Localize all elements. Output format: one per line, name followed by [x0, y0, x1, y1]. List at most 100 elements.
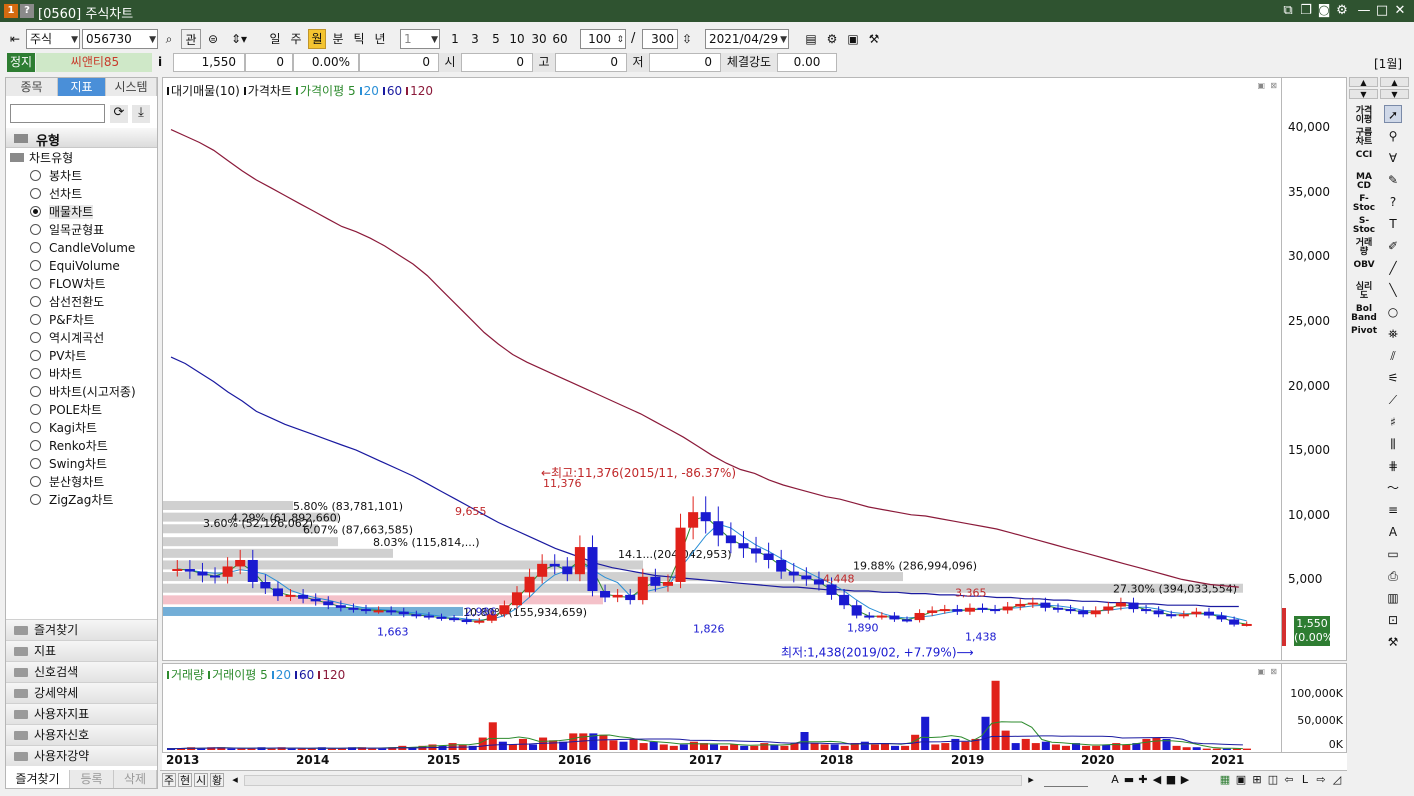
unit-3[interactable]: 3	[466, 29, 484, 49]
manage-button[interactable]: 관	[181, 29, 201, 49]
chart-type-group[interactable]: 차트유형	[10, 149, 73, 167]
ray-icon[interactable]: ╲	[1384, 281, 1402, 299]
arrow-cursor-icon[interactable]: ➚	[1384, 105, 1402, 123]
radio-icon[interactable]	[30, 206, 41, 217]
refresh-stock-icon[interactable]: ⊜	[204, 29, 222, 49]
total-stepper-icon[interactable]: ⇳	[678, 29, 696, 49]
line-icon[interactable]: ╱	[1384, 259, 1402, 277]
radio-icon[interactable]	[30, 314, 41, 325]
wave-icon[interactable]: 〜	[1384, 479, 1402, 497]
indicator-shortcut[interactable]: 구름 차트	[1351, 129, 1377, 147]
radio-icon[interactable]	[30, 242, 41, 253]
chart-type-item[interactable]: 선차트	[30, 185, 82, 203]
tools-scroll-down-icon[interactable]: ▼	[1380, 89, 1409, 99]
radio-icon[interactable]	[30, 260, 41, 271]
radio-icon[interactable]	[30, 224, 41, 235]
total-input[interactable]: 300	[642, 29, 678, 49]
pen-icon[interactable]: ✐	[1384, 237, 1402, 255]
unit-1[interactable]: 1	[446, 29, 464, 49]
layout-icon[interactable]: ⊞	[1250, 773, 1264, 787]
radio-icon[interactable]	[30, 296, 41, 307]
unit-60[interactable]: 60	[550, 29, 570, 49]
close-icon[interactable]: ✕	[1392, 3, 1408, 19]
period-tick[interactable]: 틱	[350, 29, 368, 49]
indicator-shortcut[interactable]: Pivot	[1351, 327, 1377, 336]
channel-icon[interactable]: ⫽	[1384, 347, 1402, 365]
radio-icon[interactable]	[30, 188, 41, 199]
fan-icon[interactable]: ⟋	[1384, 391, 1402, 409]
delete-button[interactable]: 삭제	[114, 770, 157, 788]
radio-icon[interactable]	[30, 422, 41, 433]
save-icon[interactable]: ▣	[844, 29, 862, 49]
period-year[interactable]: 년	[371, 29, 389, 49]
chart-type-item[interactable]: 바차트(시고저종)	[30, 383, 136, 401]
save-small-icon[interactable]: ▣	[1234, 773, 1248, 787]
auto-icon[interactable]: A	[1384, 523, 1402, 541]
all-icon[interactable]: ∀	[1384, 149, 1402, 167]
unit-10[interactable]: 10	[507, 29, 527, 49]
indicator-shortcut[interactable]: 심리 도	[1351, 283, 1377, 301]
window-icon[interactable]: ▭	[1384, 545, 1402, 563]
chart-tool-icon[interactable]: ◿	[1330, 773, 1344, 787]
gann-icon[interactable]: ♯	[1384, 413, 1402, 431]
tab-market[interactable]: 시	[194, 773, 208, 787]
maximize-icon[interactable]: □	[1374, 3, 1390, 19]
folder-item[interactable]: 사용자신호	[6, 724, 157, 745]
chart-type-item[interactable]: POLE차트	[30, 401, 102, 419]
radio-icon[interactable]	[30, 458, 41, 469]
radio-icon[interactable]	[30, 440, 41, 451]
register-button[interactable]: 등록	[70, 770, 114, 788]
radio-icon[interactable]	[30, 386, 41, 397]
count-input[interactable]: 100 ⇕	[580, 29, 626, 49]
chart-type-item[interactable]: 바차트	[30, 365, 82, 383]
play-icon[interactable]: ▶	[1178, 773, 1192, 787]
text-icon[interactable]: T	[1384, 215, 1402, 233]
camera-icon[interactable]: ◙	[1316, 3, 1332, 19]
indicator-shortcut[interactable]: S- Stoc	[1351, 217, 1377, 235]
print-icon[interactable]: ⎙	[1384, 567, 1402, 585]
minimize-icon[interactable]: —	[1356, 3, 1372, 19]
tab-week[interactable]: 주	[162, 773, 176, 787]
search-icon[interactable]: ⌕	[160, 29, 178, 49]
indicator-shortcut[interactable]: CCI	[1351, 151, 1377, 160]
radio-icon[interactable]	[30, 332, 41, 343]
radio-icon[interactable]	[30, 404, 41, 415]
chart-icon[interactable]: ▥	[1384, 589, 1402, 607]
market-select[interactable]: 주식 ▼	[26, 29, 80, 49]
radio-icon[interactable]	[30, 170, 41, 181]
chart-type-item[interactable]: 매물차트	[30, 203, 94, 221]
indicator-shortcut[interactable]: Bol Band	[1351, 305, 1377, 323]
palette-scroll-up-icon[interactable]: ▲	[1349, 77, 1378, 87]
folder-item[interactable]: 강세약세	[6, 682, 157, 703]
tab-indicator[interactable]: 지표	[58, 78, 106, 96]
l-icon[interactable]: L	[1298, 773, 1312, 787]
shape-icon[interactable]: ⛯	[1384, 325, 1402, 343]
info-icon[interactable]: i	[152, 53, 168, 72]
tab-stock[interactable]: 종목	[6, 78, 58, 96]
period-month[interactable]: 월	[308, 29, 326, 49]
tools-icon[interactable]: ⚒	[865, 29, 883, 49]
stop-icon[interactable]: ■	[1164, 773, 1178, 787]
indicator-shortcut[interactable]: 가격 이평	[1351, 107, 1377, 125]
back-icon[interactable]: ⇦	[1282, 773, 1296, 787]
unit-5[interactable]: 5	[487, 29, 505, 49]
chart-type-item[interactable]: Swing차트	[30, 455, 107, 473]
folder-item[interactable]: 지표	[6, 640, 157, 661]
settings-line-icon[interactable]: ≡	[1384, 501, 1402, 519]
section-header[interactable]: 유형	[6, 128, 157, 149]
tab-favorites[interactable]: 즐겨찾기	[6, 770, 70, 788]
tool-icon[interactable]: ⚒	[1384, 633, 1402, 651]
indicator-shortcut[interactable]: OBV	[1351, 261, 1377, 270]
price-chart-pane[interactable]: 대기매물(10) 가격차트 가격이평 5 20 60 120 ▣ ⊠ 5.80% (83,…	[162, 77, 1282, 661]
eraser-icon[interactable]: ✎	[1384, 171, 1402, 189]
excel-icon[interactable]: ▦	[1218, 773, 1232, 787]
tools-scroll-up-icon[interactable]: ▲	[1380, 77, 1409, 87]
volume-chart-pane[interactable]: 거래량 거래이평 5 20 60 120 ▣ ⊠	[162, 663, 1282, 753]
indicator-shortcut[interactable]: F- Stoc	[1351, 195, 1377, 213]
radio-icon[interactable]	[30, 368, 41, 379]
scroll-left-icon[interactable]: ◂	[228, 773, 242, 787]
copy-icon[interactable]: ❐	[1298, 3, 1314, 19]
magnet-icon[interactable]: ⚲	[1384, 127, 1402, 145]
folder-item[interactable]: 사용자지표	[6, 703, 157, 724]
period-minute[interactable]: 분	[329, 29, 347, 49]
